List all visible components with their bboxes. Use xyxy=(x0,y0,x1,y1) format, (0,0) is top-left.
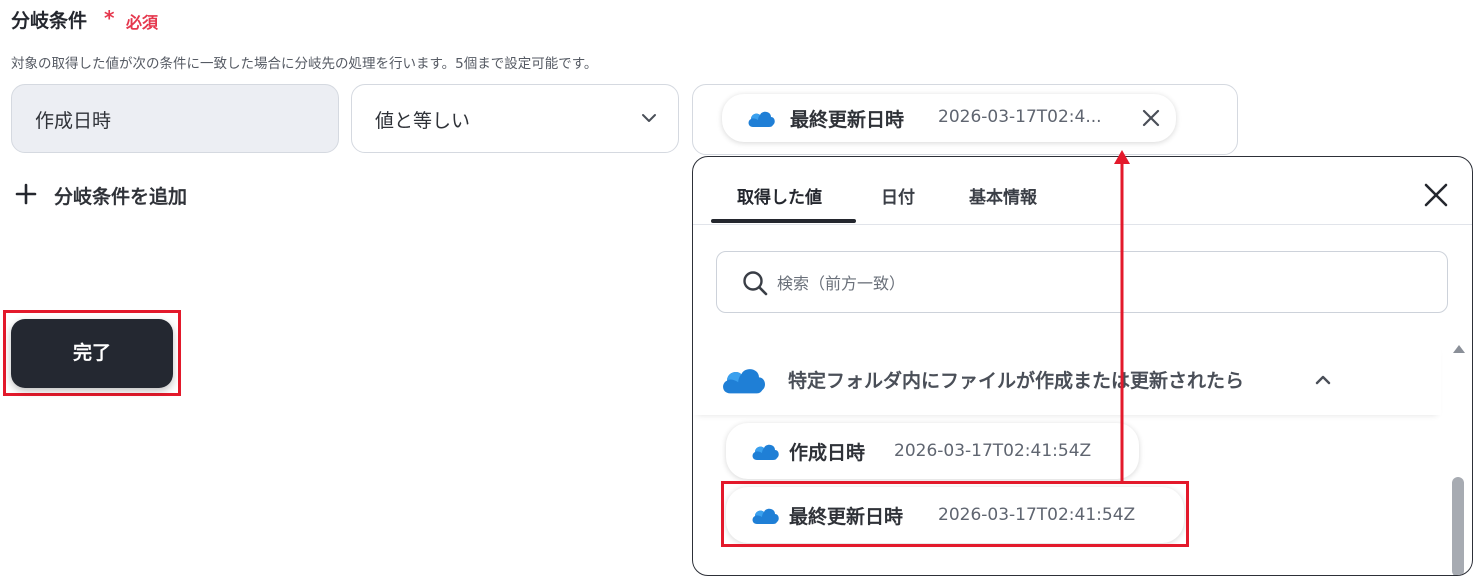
field-description: 対象の取得した値が次の条件に一致した場合に分岐先の処理を行います。5個まで設定可… xyxy=(11,56,598,72)
value-item-name: 作成日時 xyxy=(789,442,866,464)
trigger-section-header[interactable]: 特定フォルダ内にファイルが作成または更新されたら xyxy=(693,343,1441,415)
condition-field-value: 作成日時 xyxy=(35,110,112,132)
active-tab-indicator xyxy=(711,219,856,223)
condition-operator-select[interactable]: 値と等しい xyxy=(351,84,679,153)
chevron-down-icon xyxy=(642,114,656,122)
done-button[interactable]: 完了 xyxy=(11,319,173,388)
value-item[interactable]: 作成日時 2026-03-17T02:41:54Z xyxy=(726,423,1139,479)
onedrive-cloud-icon xyxy=(723,369,765,394)
item-highlight-frame xyxy=(721,481,1189,547)
condition-operator-value: 値と等しい xyxy=(375,110,471,132)
plus-icon xyxy=(15,183,37,205)
scrollbar-thumb[interactable] xyxy=(1452,477,1464,575)
required-star: * xyxy=(104,6,115,30)
required-label: 必須 xyxy=(126,13,159,32)
scroll-up-arrow[interactable] xyxy=(1453,345,1465,353)
value-chip[interactable]: 最終更新日時 2026-03-17T02:4... xyxy=(722,94,1176,142)
condition-field-select[interactable]: 作成日時 xyxy=(11,84,339,153)
onedrive-cloud-icon xyxy=(748,111,775,127)
tab-divider xyxy=(693,224,1472,225)
close-icon[interactable] xyxy=(1422,181,1450,209)
field-title: 分岐条件 xyxy=(11,10,88,32)
search-icon xyxy=(743,271,768,296)
search-input[interactable] xyxy=(775,266,1419,300)
trigger-section-title: 特定フォルダ内にファイルが作成または更新されたら xyxy=(788,370,1245,392)
tab-date[interactable]: 日付 xyxy=(881,183,915,208)
chevron-up-icon[interactable] xyxy=(1313,370,1333,390)
tab-basic-info[interactable]: 基本情報 xyxy=(969,183,1037,208)
add-condition-label: 分岐条件を追加 xyxy=(54,186,188,208)
value-chip-name: 最終更新日時 xyxy=(790,109,905,131)
tab-acquired-values[interactable]: 取得した値 xyxy=(737,183,822,208)
search-box xyxy=(716,251,1448,313)
value-item-value: 2026-03-17T02:41:54Z xyxy=(894,441,1092,461)
value-chip-value: 2026-03-17T02:4... xyxy=(938,107,1102,127)
annotation-arrow xyxy=(1114,150,1130,484)
onedrive-cloud-icon xyxy=(752,444,779,460)
close-icon[interactable] xyxy=(1140,107,1162,129)
